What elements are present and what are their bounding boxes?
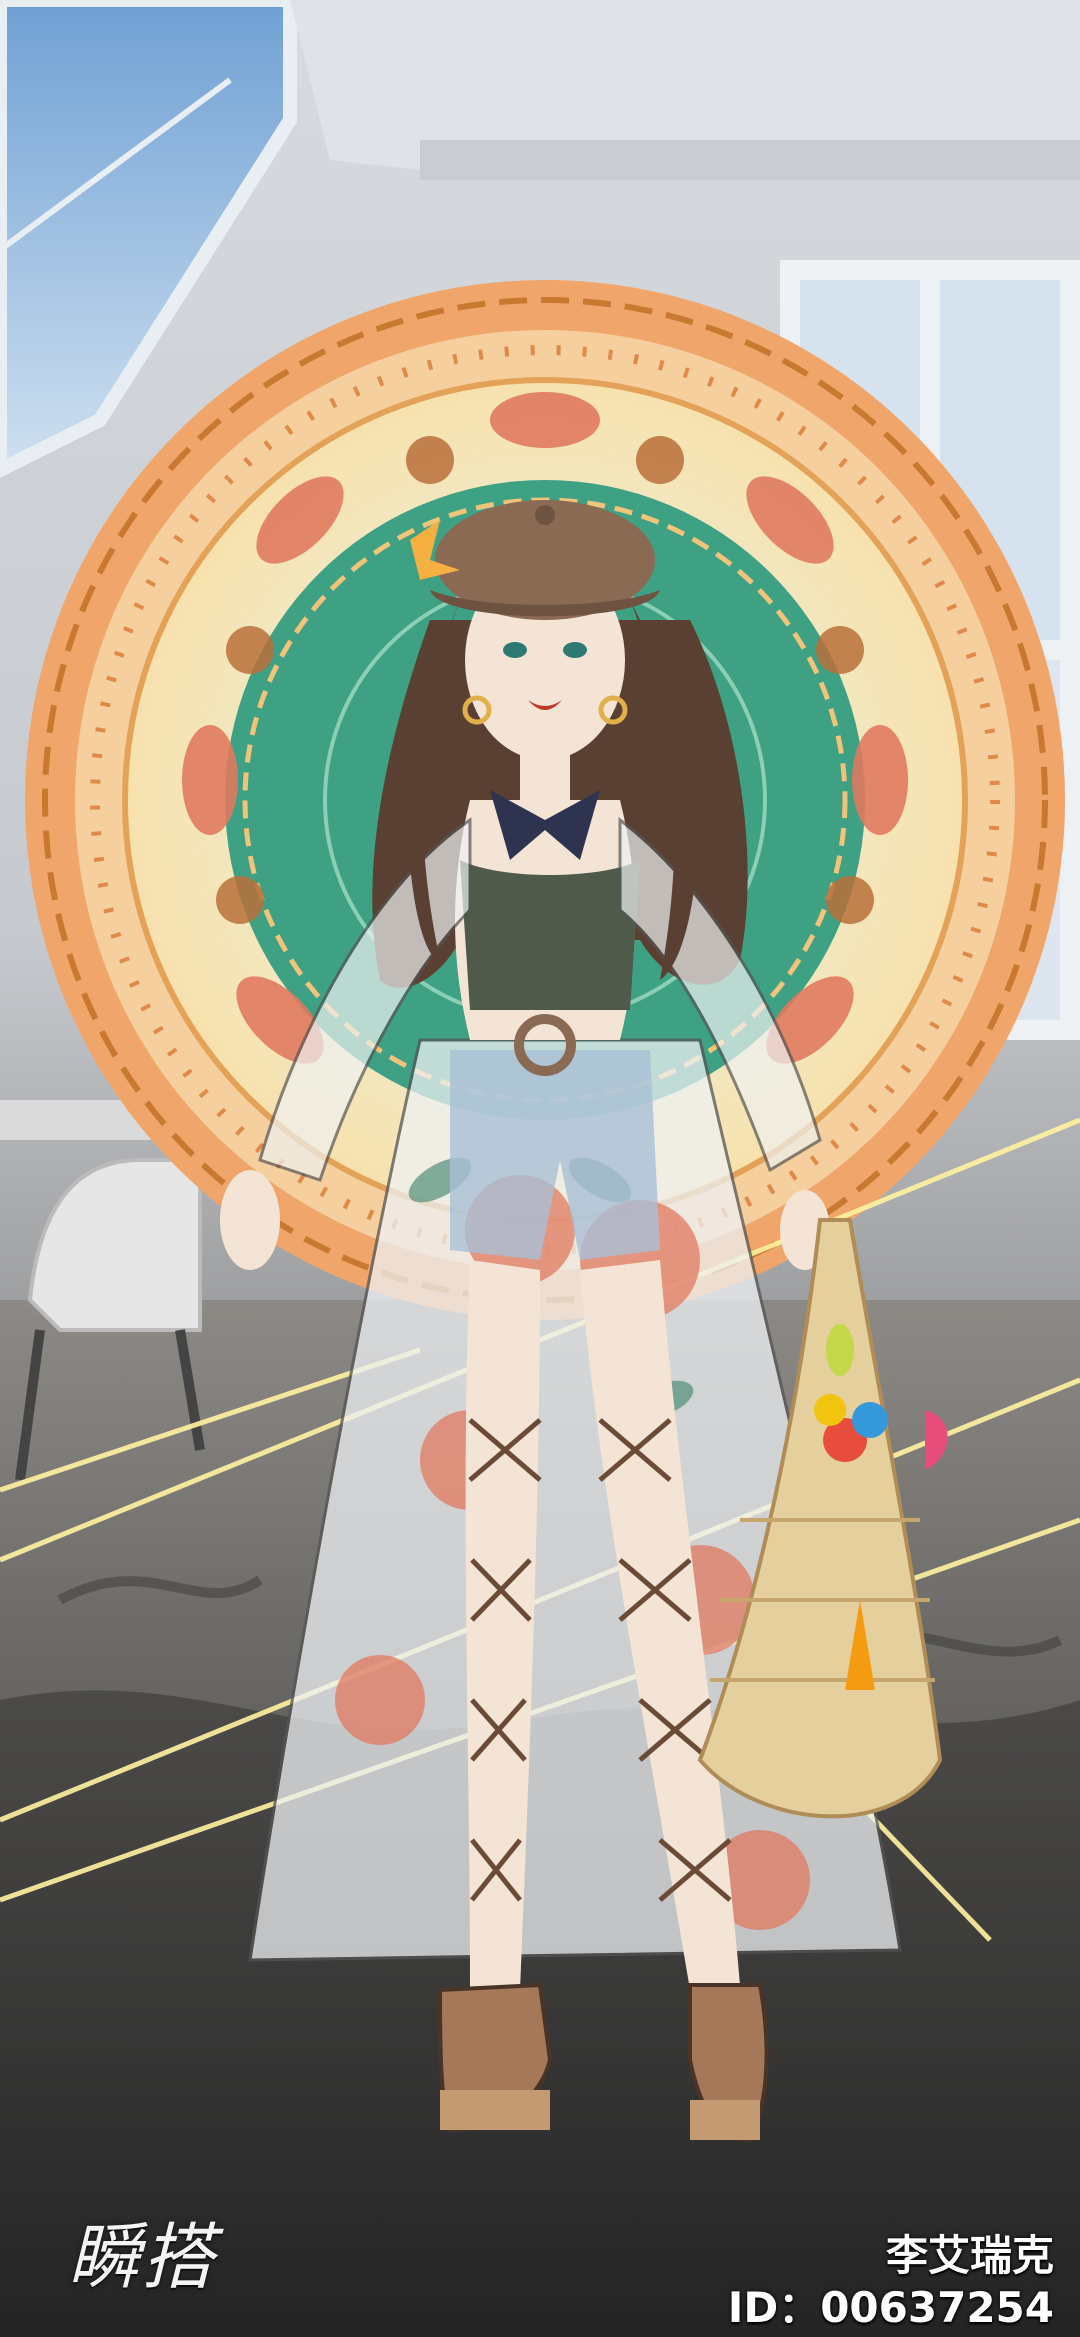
ceiling-beam xyxy=(420,140,1080,180)
game-logo: 瞬搭 xyxy=(68,2215,217,2299)
game-stage: 瞬搭 李艾瑞克 ID：00637254 xyxy=(0,0,1080,2337)
dress-up-scene xyxy=(0,0,1080,2337)
player-id: ID：00637254 xyxy=(727,2283,1054,2332)
